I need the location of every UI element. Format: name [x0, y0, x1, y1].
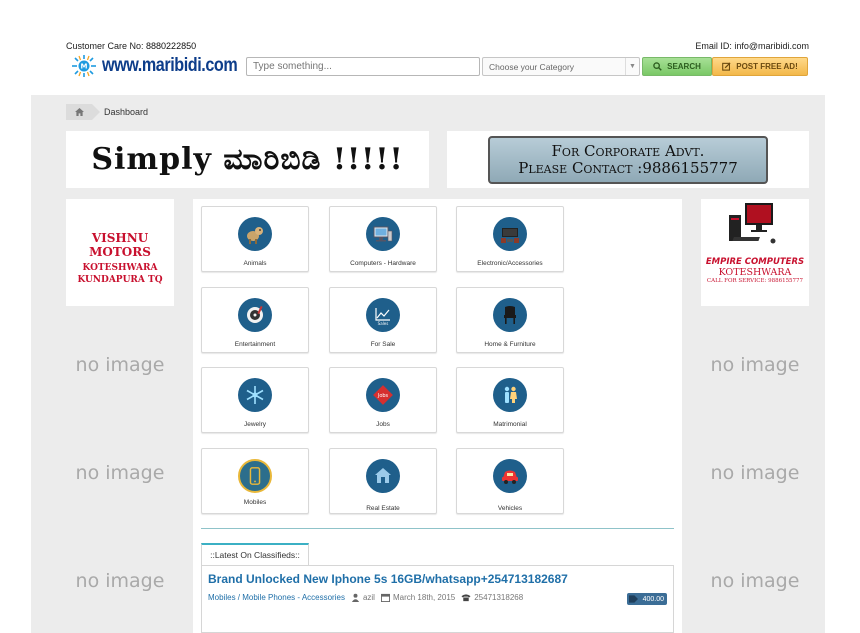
logo-text: www.maribidi.com	[102, 55, 238, 76]
banner-left-text: Simply ಮಾರಿಬಿಡಿ !!!!!	[91, 142, 404, 177]
category-real-estate[interactable]: Real Estate	[329, 448, 437, 514]
animals-icon	[238, 217, 272, 251]
ad-category-link[interactable]: Mobiles / Mobile Phones - Accessories	[208, 593, 345, 602]
ad-title-link[interactable]: Brand Unlocked New Iphone 5s 16GB/whatsa…	[208, 572, 568, 586]
category-jobs[interactable]: Jobs Jobs	[329, 367, 437, 433]
ad-empire-title: EMPIRE COMPUTERS	[705, 257, 805, 267]
category-animals[interactable]: Animals	[201, 206, 309, 272]
category-matrimonial[interactable]: Matrimonial	[456, 367, 564, 433]
phone-icon	[461, 594, 471, 602]
svg-text:Sales: Sales	[378, 321, 389, 326]
category-label: Entertainment	[234, 341, 276, 348]
category-jewelry[interactable]: Jewelry	[201, 367, 309, 433]
ad-vishnu-line3: KUNDAPURA TQ	[77, 275, 163, 285]
ad-user: azil	[362, 593, 375, 602]
svg-text:Jobs: Jobs	[377, 393, 389, 399]
category-label: Real Estate	[366, 505, 400, 512]
email-value[interactable]: info@maribidi.com	[734, 41, 809, 51]
no-image-placeholder: no image	[701, 315, 809, 415]
chevron-down-icon: ▼	[625, 58, 639, 75]
category-label: Animals	[243, 260, 267, 267]
banner-corporate-advt[interactable]: For Corporate Advt. Please Contact :9886…	[447, 131, 809, 188]
header: Customer Care No: 8880222850 Email ID: i…	[0, 0, 860, 95]
post-free-ad-button[interactable]: POST FREE AD!	[712, 57, 808, 76]
computer-image	[729, 203, 776, 244]
svg-text:M: M	[81, 63, 88, 71]
category-computers-hardware[interactable]: Computers - Hardware	[329, 206, 437, 272]
category-label: Computers - Hardware	[350, 260, 416, 267]
search-icon	[653, 62, 662, 71]
entertainment-icon	[238, 298, 272, 332]
chart-icon: Sales	[366, 298, 400, 332]
ad-phone: 25471318268	[474, 593, 524, 602]
car-icon	[493, 459, 527, 493]
no-image-placeholder: no image	[66, 423, 174, 523]
edit-icon	[722, 62, 731, 71]
ad-empire-computers[interactable]: EMPIRE COMPUTERS KOTESHWARA CALL FOR SER…	[701, 199, 809, 306]
no-image-placeholder: no image	[66, 531, 174, 631]
ad-vishnu-line2: KOTESHWARA	[82, 263, 158, 273]
calendar-icon	[380, 593, 390, 602]
site-logo[interactable]: M www.maribidi.com	[70, 53, 261, 79]
category-electronic-accessories[interactable]: Electronic/Accessories	[456, 206, 564, 272]
couple-icon	[493, 378, 527, 412]
search-button-label: SEARCH	[667, 62, 701, 71]
mobile-icon	[238, 459, 272, 493]
jobs-icon: Jobs	[366, 378, 400, 412]
corporate-advt-box: For Corporate Advt. Please Contact :9886…	[488, 135, 768, 184]
customer-care: Customer Care No: 8880222850	[66, 41, 196, 51]
category-label: Home & Furniture	[484, 341, 536, 348]
no-image-placeholder: no image	[66, 315, 174, 415]
category-label: Electronic/Accessories	[477, 260, 543, 267]
corporate-line-1: For Corporate Advt.	[551, 141, 705, 160]
price-tag-icon	[629, 595, 638, 603]
category-entertainment[interactable]: Entertainment	[201, 287, 309, 353]
banner-simply-maribidi[interactable]: Simply ಮಾರಿಬಿಡಿ !!!!!	[66, 131, 429, 188]
category-for-sale[interactable]: Sales For Sale	[329, 287, 437, 353]
category-home-furniture[interactable]: Home & Furniture	[456, 287, 564, 353]
customer-care-number: 8880222850	[146, 41, 197, 51]
user-icon	[351, 593, 360, 602]
search-button[interactable]: SEARCH	[642, 57, 712, 76]
price-badge: 400.00	[627, 593, 667, 605]
divider	[201, 528, 674, 529]
post-button-label: POST FREE AD!	[736, 62, 798, 71]
search-input[interactable]	[246, 57, 480, 76]
ad-empire-line2: KOTESHWARA	[718, 267, 792, 278]
ad-vishnu-motors[interactable]: VISHNU MOTORS KOTESHWARA KUNDAPURA TQ	[66, 199, 174, 306]
corporate-line-2: Please Contact :9886155777	[518, 158, 738, 177]
snowflake-icon	[238, 378, 272, 412]
tab-latest-classifieds[interactable]: ::Latest On Classifieds::	[201, 543, 309, 565]
ad-empire-line3: CALL FOR SERVICE: 9886155777	[706, 278, 804, 284]
category-label: Vehicles	[497, 505, 523, 512]
no-image-placeholder: no image	[701, 531, 809, 631]
category-label: Matrimonial	[493, 421, 527, 428]
category-label: For Sale	[370, 341, 396, 348]
computer-icon	[366, 217, 400, 251]
category-label: Mobiles	[243, 499, 267, 506]
category-label: Jobs	[376, 421, 390, 428]
no-image-placeholder: no image	[701, 423, 809, 523]
electronics-icon	[493, 217, 527, 251]
breadcrumb: Dashboard	[66, 104, 148, 120]
ad-price: 400.00	[642, 595, 664, 603]
category-select[interactable]: Choose your Category ▼	[482, 57, 640, 76]
category-vehicles[interactable]: Vehicles	[456, 448, 564, 514]
ad-vishnu-title: VISHNU MOTORS	[89, 231, 151, 259]
ad-date: March 18th, 2015	[392, 593, 456, 602]
category-select-value: Choose your Category	[489, 62, 575, 72]
ad-meta: Mobiles / Mobile Phones - Accessories az…	[208, 593, 523, 602]
category-mobiles[interactable]: Mobiles	[201, 448, 309, 514]
category-label: Jewelry	[243, 421, 267, 428]
breadcrumb-current: Dashboard	[104, 107, 149, 117]
email-info: Email ID: info@maribidi.com	[695, 41, 809, 51]
house-icon	[366, 459, 400, 493]
customer-care-label: Customer Care No:	[66, 41, 147, 51]
home-icon[interactable]	[66, 104, 100, 120]
logo-sun-icon: M	[70, 54, 98, 78]
email-label: Email ID:	[695, 41, 735, 51]
chair-icon	[493, 298, 527, 332]
